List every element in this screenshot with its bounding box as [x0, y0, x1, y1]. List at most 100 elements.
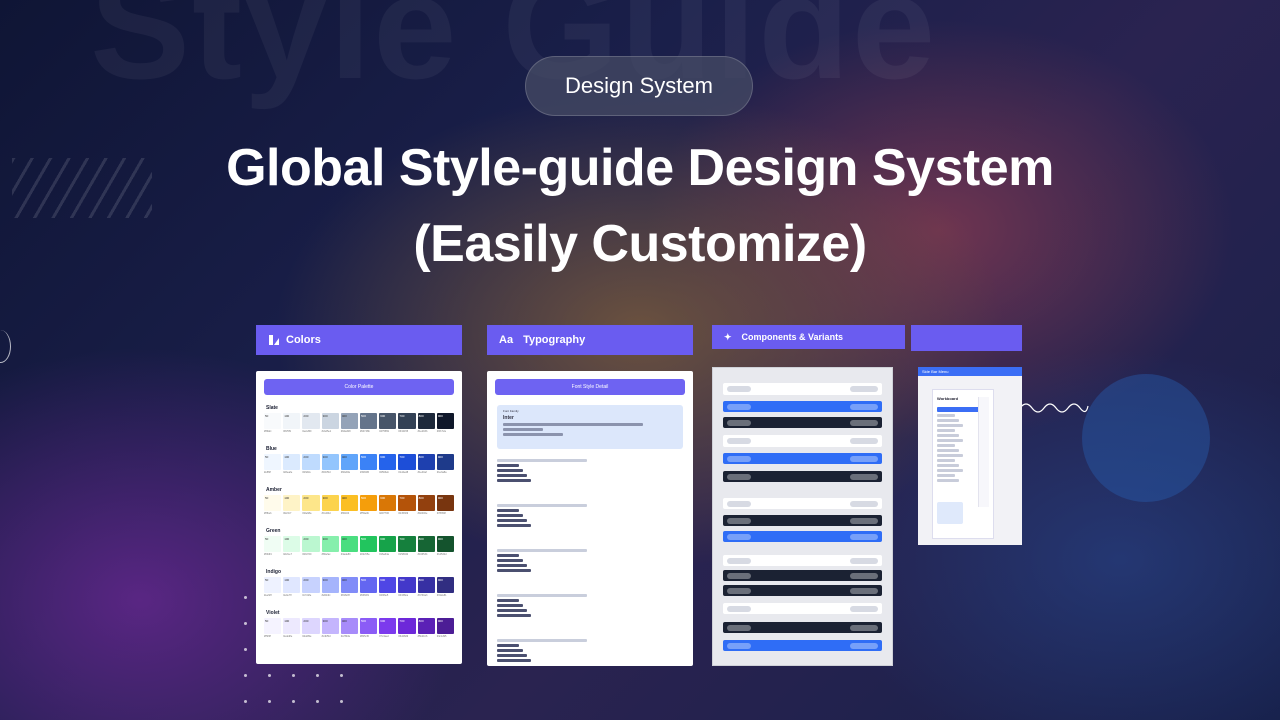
- color-swatch: 500: [360, 454, 378, 470]
- component-variant-row: [723, 515, 882, 526]
- swatch-hex: #4338ca: [398, 594, 409, 597]
- color-swatch: 300: [321, 413, 339, 429]
- font-family-box: Font Family Inter: [497, 405, 683, 449]
- type-sample: [497, 614, 531, 617]
- sidebar-item: [937, 414, 955, 417]
- arc-decoration: [0, 330, 11, 363]
- color-swatch: 900: [436, 536, 455, 552]
- sidebar-promo-card: [937, 502, 963, 524]
- swatch-hex: #22c55e: [360, 553, 370, 556]
- swatch-hex: #3b82f6: [360, 471, 370, 474]
- swatch-hex: #60a5fa: [340, 471, 350, 474]
- sidebar-item: [937, 464, 959, 467]
- swatch-hex: #4f46e5: [379, 594, 389, 597]
- swatch-hex: #334155: [398, 430, 409, 433]
- sidebar-item: [937, 479, 959, 482]
- swatch-row: 50 100 200 300 400 500 600 700 800 900: [264, 536, 455, 552]
- color-swatch: 100: [283, 618, 301, 634]
- color-swatch: 600: [379, 577, 397, 593]
- swatch-hex: #e0e7ff: [283, 594, 292, 597]
- color-group-name: Blue: [266, 446, 277, 452]
- swatch-hex: #818cf8: [340, 594, 350, 597]
- color-swatch: 800: [417, 495, 435, 511]
- color-swatch: 400: [340, 495, 359, 511]
- component-variant-row: [723, 498, 882, 509]
- swatch-hex: #16a34a: [379, 553, 389, 556]
- alphabet-line: [503, 423, 643, 426]
- swatch-hex: #2563eb: [379, 471, 389, 474]
- swatch-hex: #86efac: [321, 553, 331, 556]
- color-swatch: 50: [264, 495, 282, 511]
- type-sample: [497, 609, 527, 612]
- component-variant-row: [723, 640, 882, 651]
- swatch-hex: #94a3b8: [340, 430, 351, 433]
- swatch-hex: #bbf7d0: [302, 553, 312, 556]
- swatch-hex: #d97706: [379, 512, 389, 515]
- color-groups: Slate 50 100 200 300 400 500 600 700 800 900 #f8faf…: [256, 405, 462, 639]
- tab-typography-label: Typography: [523, 334, 586, 346]
- badge-label: Design System: [565, 73, 713, 98]
- color-swatch: 500: [360, 577, 378, 593]
- sidebar-collapsed-rail: [978, 397, 989, 507]
- type-sample: [497, 654, 527, 657]
- color-swatch: 700: [398, 577, 416, 593]
- type-sample: [497, 474, 527, 477]
- color-swatch: 50: [264, 536, 282, 552]
- swatch-row: 50 100 200 300 400 500 600 700 800 900: [264, 618, 455, 634]
- swatch-hex: #3730a3: [417, 594, 428, 597]
- headline-line-2: (Easily Customize): [413, 215, 867, 273]
- swatch-hex: #dbeafe: [283, 471, 293, 474]
- color-swatch: 900: [436, 577, 455, 593]
- swatch-hex: #15803d: [398, 553, 409, 556]
- type-scale-block: [487, 459, 693, 482]
- tab-typography: Aa Typography: [487, 325, 693, 355]
- swatch-hex: #a5b4fc: [321, 594, 331, 597]
- swatch-row: 50 100 200 300 400 500 600 700 800 900: [264, 495, 455, 511]
- colors-card: Color Palette Slate 50 100 200 300 400 500 600 7…: [256, 371, 462, 664]
- swatch-hex: #f8fafc: [264, 430, 272, 433]
- sidebar-item: [937, 474, 955, 477]
- swatch-hex: #93c5fd: [321, 471, 331, 474]
- swatch-hex: #fde68a: [302, 512, 312, 515]
- type-scale-list: [487, 459, 693, 662]
- components-panel: [712, 367, 893, 666]
- color-swatch: 400: [340, 413, 359, 429]
- component-variant-row: [723, 585, 882, 596]
- color-swatch: 800: [417, 577, 435, 593]
- color-group-name: Amber: [266, 487, 282, 493]
- component-variant-row: [723, 417, 882, 428]
- tab-colors: Colors: [256, 325, 462, 355]
- component-variant-row: [723, 401, 882, 412]
- type-sample: [497, 469, 523, 472]
- type-sample: [497, 659, 531, 662]
- color-swatch: 700: [398, 536, 416, 552]
- swatch-hex: #4c1d95: [436, 635, 447, 638]
- swatch-hex: #fffbeb: [264, 512, 272, 515]
- color-swatch: 50: [264, 577, 282, 593]
- color-group-name: Violet: [266, 610, 280, 616]
- design-system-badge: Design System: [525, 56, 753, 116]
- sidebar-item: [937, 444, 955, 447]
- swatch-hex: #e2e8f0: [302, 430, 312, 433]
- color-swatch: 700: [398, 413, 416, 429]
- swatch-hex: #fef3c7: [283, 512, 292, 515]
- swatch-hex: #8b5cf6: [360, 635, 369, 638]
- swatch-codes-row: #fffbeb #fef3c7 #fde68a #fcd34d #fbbf24 #f59e…: [264, 512, 454, 516]
- type-scale-meta: [497, 594, 587, 597]
- color-swatch: 200: [302, 495, 320, 511]
- color-swatch: 400: [340, 577, 359, 593]
- color-swatch: 100: [283, 495, 301, 511]
- swatch-codes-row: #eff6ff #dbeafe #bfdbfe #93c5fd #60a5fa #3b82…: [264, 471, 454, 475]
- swatch-hex: #1d4ed8: [398, 471, 409, 474]
- color-swatch: 100: [283, 413, 301, 429]
- swatch-codes-row: #f8fafc #f1f5f9 #e2e8f0 #cbd5e1 #94a3b8 #6474…: [264, 430, 454, 434]
- tab-sidebar: [911, 325, 1022, 351]
- type-sample: [497, 559, 523, 562]
- color-swatch: 600: [379, 618, 397, 634]
- type-scale-block: [487, 504, 693, 527]
- typography-card: Font Style Detail Font Family Inter: [487, 371, 693, 666]
- type-sample: [497, 524, 531, 527]
- swatch-hex: #5b21b6: [417, 635, 428, 638]
- swatch-hex: #1e3a8a: [436, 471, 447, 474]
- swatch-hex: #c7d2fe: [302, 594, 312, 597]
